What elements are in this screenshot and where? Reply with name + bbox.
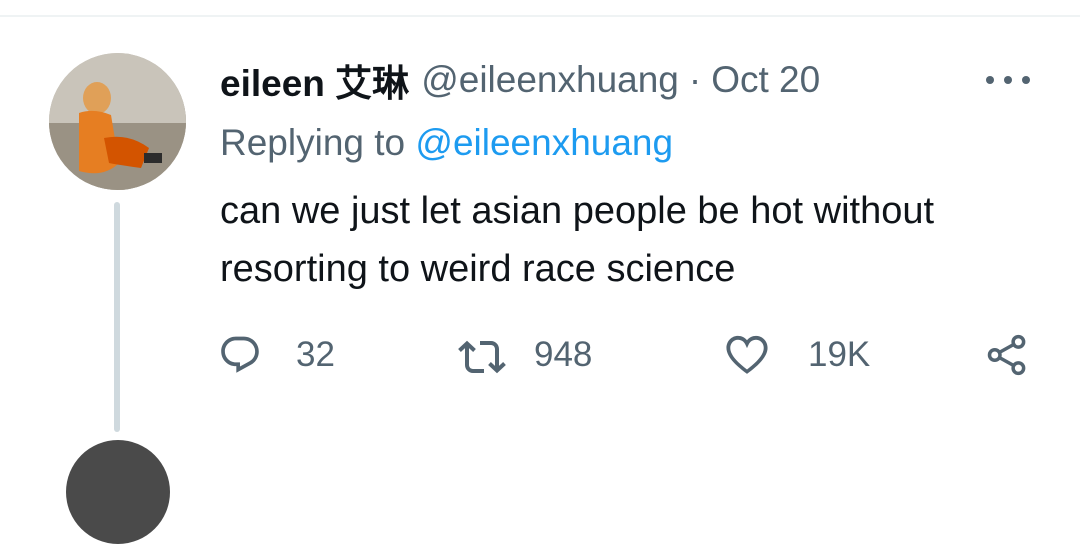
next-avatar[interactable] (66, 440, 170, 544)
reply-count: 32 (296, 335, 335, 374)
display-name[interactable]: eileen 艾琳 (220, 53, 409, 107)
share-button[interactable] (986, 330, 1028, 380)
handle[interactable]: @eileenxhuang (421, 59, 679, 101)
heart-icon (726, 335, 768, 374)
avatar[interactable] (49, 53, 186, 190)
retweet-button[interactable]: 948 (458, 330, 592, 380)
more-options-icon[interactable] (986, 73, 1030, 87)
reply-prefix: Replying to (220, 122, 406, 163)
like-count: 19K (808, 335, 871, 374)
reply-mention-link[interactable]: @eileenxhuang (415, 122, 673, 163)
tweet-date[interactable]: Oct 20 (711, 59, 820, 101)
share-icon (987, 334, 1026, 376)
tweet[interactable]: eileen 艾琳 @eileenxhuang · Oct 20 Replyin… (0, 0, 1080, 544)
separator: · (688, 59, 702, 100)
tweet-header: eileen 艾琳 @eileenxhuang · Oct 20 (220, 58, 820, 104)
avatar-image (49, 53, 186, 190)
retweet-icon (458, 340, 506, 374)
action-bar: 32 948 19K (218, 330, 1038, 380)
reply-icon (221, 336, 259, 373)
reply-button[interactable]: 32 (218, 330, 335, 380)
like-button[interactable]: 19K (724, 330, 870, 380)
thread-line (114, 202, 120, 432)
replying-to: Replying to @eileenxhuang (220, 122, 673, 164)
retweet-count: 948 (534, 335, 593, 374)
tweet-text: can we just let asian people be hot with… (220, 190, 935, 290)
